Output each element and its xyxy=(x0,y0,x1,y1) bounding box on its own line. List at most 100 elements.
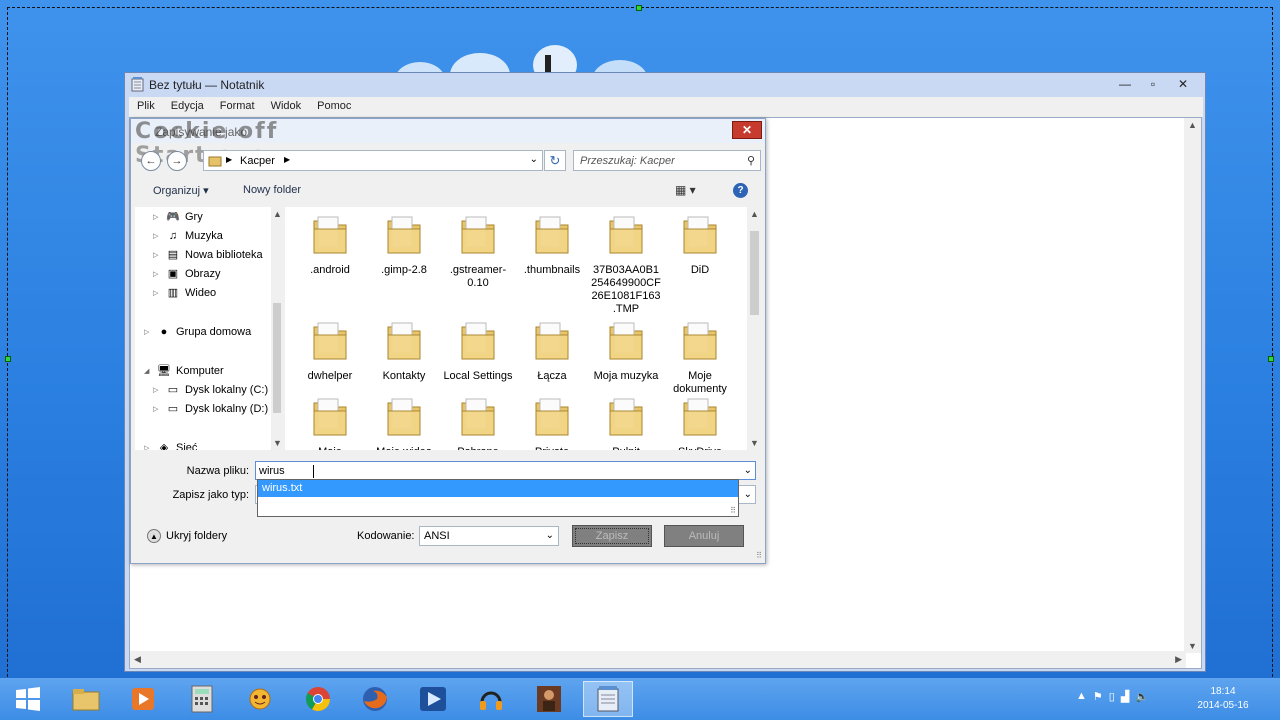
show-hidden-icons-icon[interactable]: ▲ xyxy=(1076,690,1087,703)
file-item[interactable]: Łącza xyxy=(517,315,587,383)
file-item[interactable]: Moja muzyka xyxy=(591,315,661,383)
scroll-down-icon[interactable]: ▼ xyxy=(273,438,282,448)
search-icon[interactable]: ⚲ xyxy=(747,154,755,167)
nav-item-grupa-domowa[interactable]: ▷ ● Grupa domowa xyxy=(144,322,251,341)
action-center-flag-icon[interactable]: ⚑ xyxy=(1093,690,1103,703)
expand-icon[interactable]: ▷ xyxy=(144,444,156,451)
expand-icon[interactable]: ▷ xyxy=(153,405,165,413)
nav-item-obrazy[interactable]: ▷ ▣ Obrazy xyxy=(153,264,220,283)
expand-icon[interactable]: ▷ xyxy=(153,251,165,259)
file-item[interactable]: 37B03AA0B1254649900CF26E1081F163.TMP xyxy=(591,209,661,316)
scroll-up-icon[interactable]: ▲ xyxy=(273,209,282,219)
menu-widok[interactable]: Widok xyxy=(263,97,310,117)
expand-icon[interactable]: ▷ xyxy=(153,386,165,394)
dialog-close-button[interactable]: ✕ xyxy=(732,121,762,139)
nav-item-dysk-d[interactable]: ▷ ▭ Dysk lokalny (D:) xyxy=(153,399,268,418)
selection-handle[interactable] xyxy=(5,356,11,362)
file-item[interactable]: Moje wideo xyxy=(369,391,439,450)
nav-item-muzyka[interactable]: ▷ ♫ Muzyka xyxy=(153,226,223,245)
breadcrumb-separator-icon[interactable]: ▶ xyxy=(284,155,290,164)
help-icon[interactable]: ? xyxy=(733,183,748,198)
maximize-button[interactable]: ▫ xyxy=(1139,75,1167,93)
nav-item-wideo[interactable]: ▷ ▥ Wideo xyxy=(153,283,216,302)
expand-icon[interactable]: ▷ xyxy=(153,270,165,278)
breadcrumb-kacper[interactable]: Kacper xyxy=(240,155,275,167)
selection-handle[interactable] xyxy=(1268,356,1274,362)
minimize-button[interactable]: — xyxy=(1111,75,1139,93)
taskbar-character[interactable] xyxy=(527,681,571,717)
vertical-scrollbar[interactable]: ▲ ▼ xyxy=(1184,118,1201,653)
new-folder-button[interactable]: Nowy folder xyxy=(243,184,301,196)
scrollbar-thumb[interactable] xyxy=(750,231,759,315)
expand-icon[interactable]: ▷ xyxy=(153,289,165,297)
save-button[interactable]: Zapisz xyxy=(572,525,652,547)
scrollbar-thumb[interactable] xyxy=(273,303,281,413)
expand-icon[interactable]: ▷ xyxy=(144,328,156,336)
scroll-up-icon[interactable]: ▲ xyxy=(1188,120,1197,130)
selection-handle[interactable] xyxy=(636,5,642,11)
dialog-titlebar[interactable]: Zapisywanie jako Cockie off ✕ xyxy=(131,119,765,144)
file-item[interactable]: Pobrane xyxy=(443,391,513,450)
file-item[interactable]: .gimp-2.8 xyxy=(369,209,439,277)
taskbar-media-player[interactable] xyxy=(121,681,165,717)
file-item[interactable]: Private xyxy=(517,391,587,450)
taskbar-game[interactable] xyxy=(238,681,282,717)
hide-folders-button[interactable]: ▲ Ukryj foldery xyxy=(147,529,227,543)
taskbar-notepad[interactable] xyxy=(583,681,633,717)
menu-pomoc[interactable]: Pomoc xyxy=(309,97,359,117)
autocomplete-option[interactable]: wirus.txt xyxy=(258,480,738,497)
file-item[interactable]: Moje xyxy=(295,391,365,450)
resize-grip-icon[interactable]: ⠿ xyxy=(730,506,736,515)
scroll-right-icon[interactable]: ▶ xyxy=(1175,654,1182,665)
file-item[interactable]: Kontakty xyxy=(369,315,439,383)
encoding-select[interactable]: ANSI ⌄ xyxy=(419,526,559,546)
file-item[interactable]: SkyDrive xyxy=(665,391,735,450)
start-button[interactable] xyxy=(6,681,50,717)
nav-item-siec[interactable]: ▷ ◈ Sieć xyxy=(144,438,197,451)
horizontal-scrollbar[interactable]: ◀ ▶ xyxy=(130,651,1186,668)
view-options-icon[interactable]: ▦ ▾ xyxy=(675,183,696,197)
clock[interactable]: 18:14 2014-05-16 xyxy=(1188,685,1258,713)
cancel-button[interactable]: Anuluj xyxy=(664,525,744,547)
nav-item-nowa-biblioteka[interactable]: ▷ ▤ Nowa biblioteka xyxy=(153,245,263,264)
menu-edycja[interactable]: Edycja xyxy=(163,97,212,117)
nav-item-komputer[interactable]: ◢ 🖥 Komputer xyxy=(144,361,224,380)
chevron-down-icon[interactable]: ⌄ xyxy=(530,154,538,165)
expand-icon[interactable]: ▷ xyxy=(153,232,165,240)
taskbar-chrome[interactable] xyxy=(296,681,340,717)
nav-item-dysk-c[interactable]: ▷ ▭ Dysk lokalny (C:) xyxy=(153,380,268,399)
scroll-down-icon[interactable]: ▼ xyxy=(750,438,759,448)
organize-button[interactable]: Organizuj ▾ xyxy=(153,184,209,197)
power-icon[interactable]: ▯ xyxy=(1109,690,1115,703)
notepad-titlebar[interactable]: Bez tytułu — Notatnik — ▫ ✕ xyxy=(125,73,1205,97)
file-name-input[interactable]: wirus ⌄ xyxy=(255,461,756,480)
search-input[interactable]: Przeszukaj: Kacper ⚲ xyxy=(573,150,761,171)
file-item[interactable]: .thumbnails xyxy=(517,209,587,277)
refresh-button[interactable]: ↻ xyxy=(544,150,566,171)
menu-format[interactable]: Format xyxy=(212,97,263,117)
scroll-left-icon[interactable]: ◀ xyxy=(134,654,141,665)
scroll-up-icon[interactable]: ▲ xyxy=(750,209,759,219)
scroll-down-icon[interactable]: ▼ xyxy=(1188,641,1197,651)
volume-icon[interactable]: 🔈 xyxy=(1135,690,1149,703)
file-item[interactable]: Moje dokumenty xyxy=(665,315,735,396)
nav-scrollbar[interactable]: ▲ ▼ xyxy=(271,207,283,450)
file-item[interactable]: .gstreamer-0.10 xyxy=(443,209,513,290)
address-bar[interactable]: ▶ Kacper ▶ ⌄ xyxy=(203,150,543,171)
taskbar-calculator[interactable] xyxy=(180,681,224,717)
forward-button[interactable]: → xyxy=(167,151,187,171)
expand-icon[interactable]: ▷ xyxy=(153,213,165,221)
file-item[interactable]: DiD xyxy=(665,209,735,277)
taskbar-headphones[interactable] xyxy=(469,681,513,717)
file-list-scrollbar[interactable]: ▲ ▼ xyxy=(747,207,761,450)
file-item[interactable]: Local Settings xyxy=(443,315,513,383)
close-button[interactable]: ✕ xyxy=(1167,75,1199,93)
taskbar-media-center[interactable] xyxy=(411,681,455,717)
chevron-down-icon[interactable]: ⌄ xyxy=(744,489,752,500)
chevron-down-icon[interactable]: ⌄ xyxy=(744,465,752,476)
file-item[interactable]: dwhelper xyxy=(295,315,365,383)
nav-item-gry[interactable]: ▷ 🎮 Gry xyxy=(153,207,203,226)
file-item[interactable]: .android xyxy=(295,209,365,277)
file-item[interactable]: Pulpit xyxy=(591,391,661,450)
taskbar-firefox[interactable] xyxy=(353,681,397,717)
